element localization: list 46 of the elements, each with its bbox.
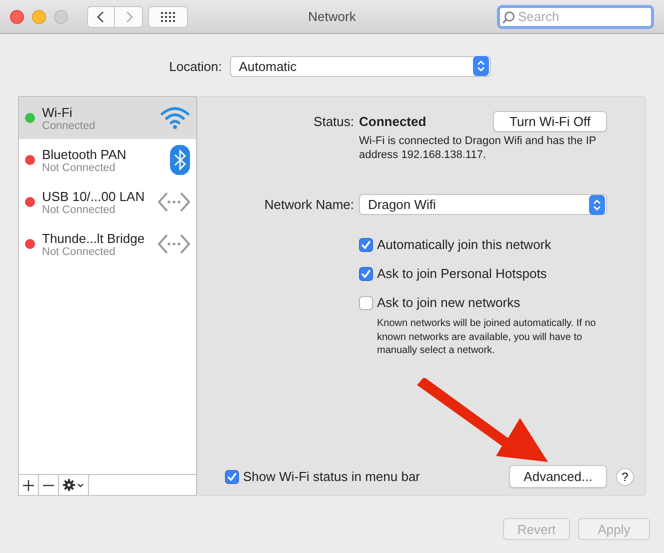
location-label: Location:: [169, 58, 222, 74]
ethernet-icon: [158, 233, 190, 255]
service-status: Connected: [42, 120, 96, 132]
search-field[interactable]: Search: [497, 4, 654, 28]
service-item[interactable]: Thunde...lt Bridge Not Connected: [19, 223, 196, 265]
checkbox[interactable]: [359, 296, 373, 310]
service-item[interactable]: Bluetooth PAN Not Connected: [19, 139, 196, 181]
status-value: Connected: [359, 114, 426, 129]
close-button[interactable]: [10, 10, 24, 24]
option-label: Ask to join new networks: [377, 295, 520, 310]
network-name-label: Network Name:: [263, 197, 354, 212]
service-name: Thunde...lt Bridge: [42, 230, 146, 246]
checkbox[interactable]: [359, 238, 373, 252]
advanced-button[interactable]: Advanced...: [509, 465, 607, 488]
search-icon: [502, 10, 515, 24]
back-button[interactable]: [87, 6, 115, 28]
wifi-icon: [160, 106, 190, 130]
option-label: Ask to join Personal Hotspots: [377, 266, 547, 281]
show-status-label: Show Wi-Fi status in menu bar: [243, 469, 420, 484]
help-button[interactable]: ?: [616, 468, 634, 486]
service-name: Wi-Fi: [42, 104, 74, 120]
turn-wifi-off-button[interactable]: Turn Wi-Fi Off: [493, 111, 607, 132]
window-title: Network: [308, 9, 356, 24]
status-description: Wi-Fi is connected to Dragon Wifi and has the IP address 192.168.138.117.: [359, 134, 597, 162]
service-item[interactable]: Wi-Fi Connected: [19, 97, 196, 139]
option-note: Known networks will be joined automatically. If no known networks are available, you will have to manually select a network.: [376, 317, 597, 358]
service-status: Not Connected: [42, 162, 116, 174]
checkbox[interactable]: [359, 266, 373, 280]
checkbox[interactable]: [225, 470, 239, 484]
service-status: Not Connected: [42, 204, 116, 216]
gear-icon: [62, 479, 84, 491]
stepper-icon: [472, 56, 489, 76]
network-name-popup[interactable]: Dragon Wifi: [359, 194, 607, 215]
grid-icon: [161, 12, 175, 22]
plus-icon: [23, 480, 34, 490]
stepper-icon: [589, 194, 605, 214]
ethernet-icon: [158, 191, 190, 213]
option-label: Automatically join this network: [377, 237, 552, 252]
bluetooth-icon: [170, 145, 190, 175]
service-name: Bluetooth PAN: [42, 146, 128, 162]
service-name: USB 10/...00 LAN: [42, 188, 146, 204]
show-all-button[interactable]: [148, 6, 188, 28]
location-popup[interactable]: Automatic: [230, 56, 491, 76]
service-status: Not Connected: [42, 246, 116, 258]
service-item[interactable]: USB 10/...00 LAN Not Connected: [19, 181, 196, 223]
status-label: Status:: [312, 114, 354, 129]
